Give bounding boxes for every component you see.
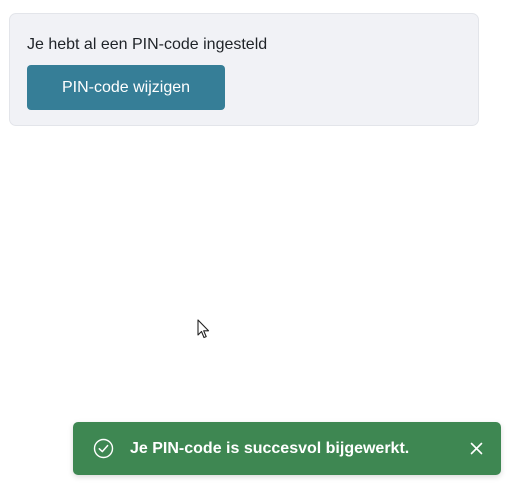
pin-status-text: Je hebt al een PIN-code ingesteld	[27, 36, 268, 53]
close-icon	[470, 442, 483, 455]
check-circle-icon	[93, 438, 114, 459]
mouse-pointer-icon	[197, 319, 210, 339]
page: Je hebt al een PIN-code ingesteld PIN-co…	[0, 0, 511, 485]
toast-close-button[interactable]	[467, 439, 486, 458]
success-toast: Je PIN-code is succesvol bijgewerkt.	[73, 422, 501, 475]
change-pin-button[interactable]: PIN-code wijzigen	[27, 65, 225, 110]
toast-message: Je PIN-code is succesvol bijgewerkt.	[130, 440, 410, 457]
pin-settings-card: Je hebt al een PIN-code ingesteld PIN-co…	[9, 13, 479, 126]
